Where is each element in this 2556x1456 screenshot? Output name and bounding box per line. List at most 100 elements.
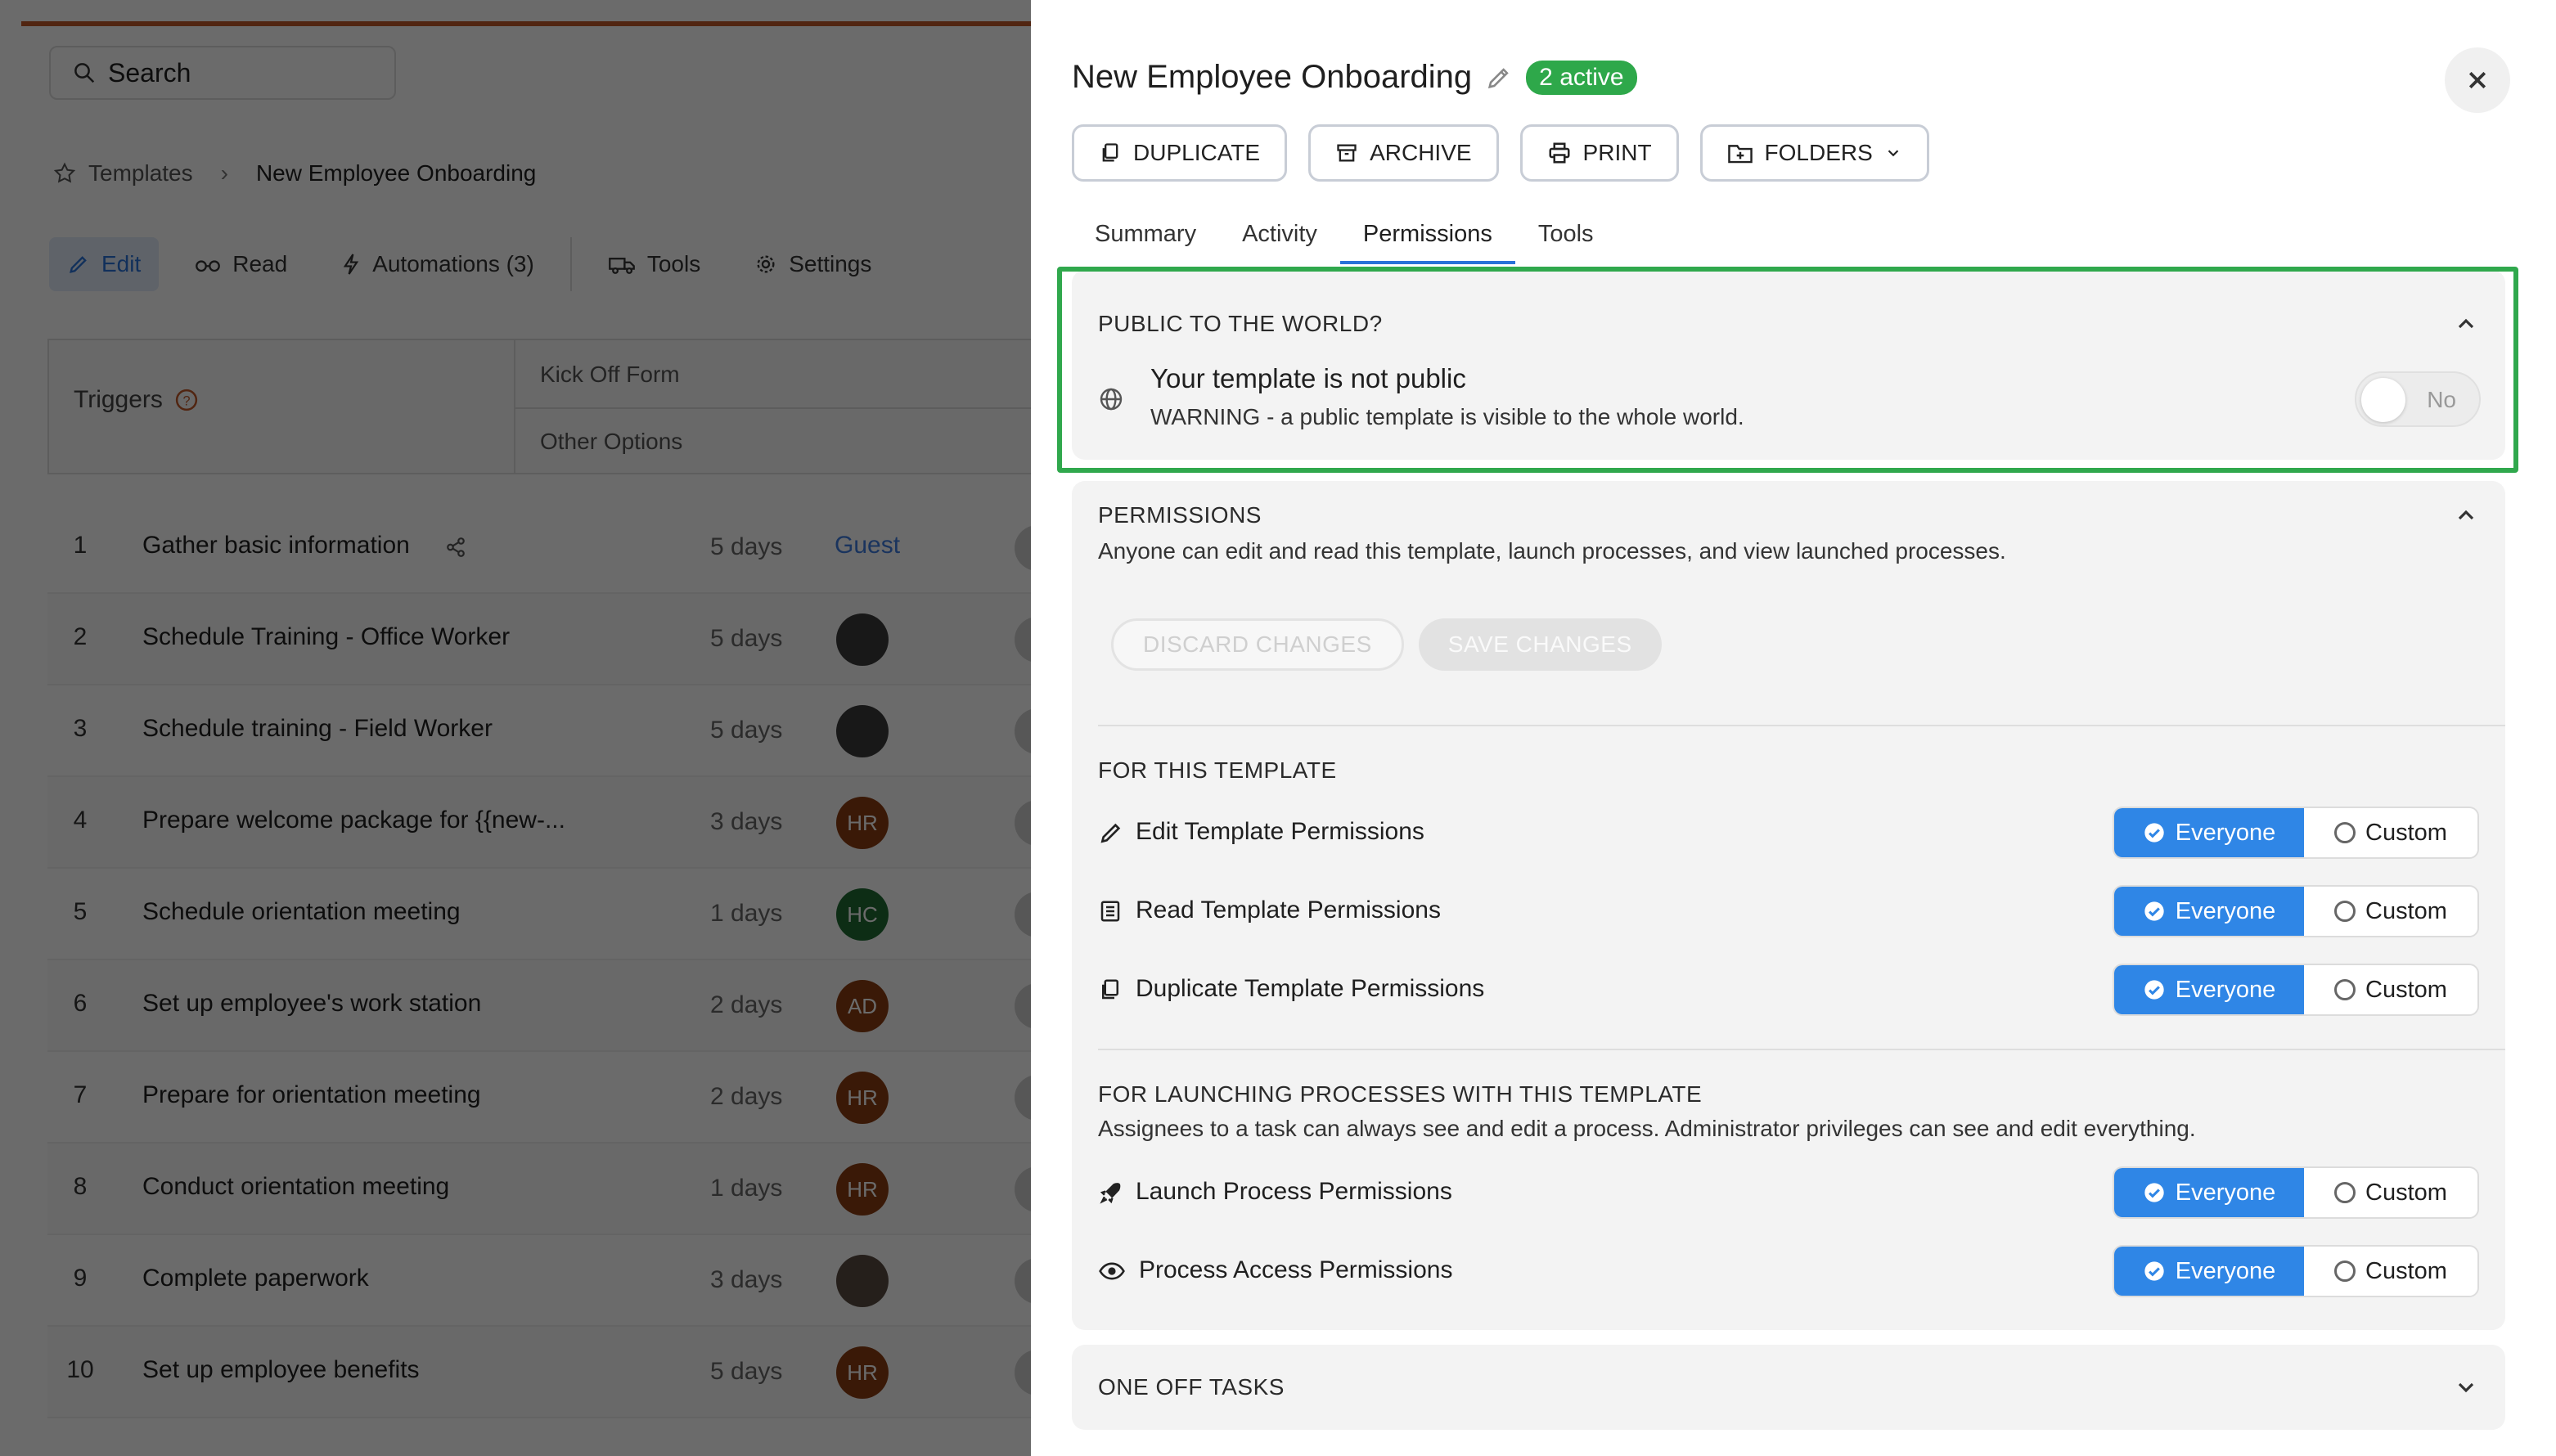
task-row[interactable]: 6 Set up employee's work station 2 days AD (47, 960, 1031, 1052)
task-status-icon[interactable] (1015, 800, 1031, 846)
tab-activity[interactable]: Activity (1219, 211, 1340, 264)
avatar[interactable] (836, 613, 889, 666)
breadcrumb-templates[interactable]: Templates (88, 160, 193, 186)
print-label: PRINT (1582, 140, 1652, 165)
save-changes-button[interactable]: SAVE CHANGES (1418, 618, 1662, 671)
task-duration: 3 days (710, 808, 783, 835)
task-name[interactable]: Set up employee benefits (142, 1356, 420, 1384)
tab-permissions[interactable]: Permissions (1339, 211, 1515, 264)
other-options-link[interactable]: Other Options (540, 429, 682, 455)
discard-changes-button[interactable]: DISCARD CHANGES (1111, 618, 1404, 671)
everyone-option[interactable]: Everyone (2114, 808, 2304, 857)
task-name[interactable]: Schedule training - Field Worker (142, 715, 493, 743)
task-row[interactable]: 1 Gather basic information 5 days Guest (47, 502, 1031, 594)
radio-icon (2334, 979, 2356, 1000)
task-assignee-guest[interactable]: Guest (835, 532, 900, 559)
custom-option[interactable]: Custom (2304, 965, 2477, 1014)
task-status-icon[interactable] (1015, 708, 1031, 754)
task-number: 10 (66, 1356, 94, 1383)
help-icon[interactable]: ? (174, 388, 199, 412)
breadcrumb: Templates › New Employee Onboarding (52, 160, 536, 186)
chevron-up-icon[interactable] (2453, 502, 2479, 528)
task-status-icon[interactable] (1015, 892, 1031, 937)
task-status-icon[interactable] (1015, 1350, 1031, 1395)
archive-button[interactable]: ARCHIVE (1308, 124, 1499, 182)
tab-edit[interactable]: Edit (49, 237, 160, 291)
task-number: 8 (73, 1173, 88, 1200)
avatar[interactable]: HR (836, 797, 889, 849)
task-number: 2 (73, 623, 88, 650)
gear-icon (757, 255, 775, 273)
task-status-icon[interactable] (1015, 1075, 1031, 1121)
task-name[interactable]: Prepare for orientation meeting (142, 1081, 481, 1109)
task-row[interactable]: 3 Schedule training - Field Worker 5 days (47, 685, 1031, 777)
custom-option[interactable]: Custom (2304, 887, 2477, 936)
tab-drawer-tools[interactable]: Tools (1515, 211, 1617, 264)
task-row[interactable]: 4 Prepare welcome package for {{new-... 3 … (47, 777, 1031, 869)
task-name[interactable]: Schedule orientation meeting (142, 898, 461, 926)
task-status-icon[interactable] (1015, 525, 1031, 571)
task-row[interactable]: 7 Prepare for orientation meeting 2 days HR (47, 1052, 1031, 1144)
tab-tools[interactable]: Tools (590, 237, 718, 291)
toggle-state-label: No (2427, 387, 2456, 412)
task-duration: 3 days (710, 1266, 783, 1293)
avatar[interactable]: HR (836, 1072, 889, 1124)
template-drawer: New Employee Onboarding 2 active DUPLICA… (1031, 0, 2556, 1456)
task-name[interactable]: Schedule Training - Office Worker (142, 623, 510, 651)
task-number: 1 (73, 532, 88, 559)
custom-option[interactable]: Custom (2304, 1247, 2477, 1296)
task-name[interactable]: Prepare welcome package for {{new-... (142, 807, 565, 834)
active-count-badge[interactable]: 2 active (1526, 60, 1637, 95)
close-button[interactable] (2445, 47, 2510, 113)
chevron-down-icon[interactable] (2453, 1374, 2479, 1400)
search-box[interactable]: Search (49, 46, 396, 100)
task-row[interactable]: 8 Conduct orientation meeting 1 days HR (47, 1144, 1031, 1235)
chevron-up-icon[interactable] (2453, 311, 2479, 337)
kick-off-form-link[interactable]: Kick Off Form (540, 362, 680, 388)
printer-icon (1549, 142, 1570, 164)
custom-option[interactable]: Custom (2304, 808, 2477, 857)
access-permission-toggle: Everyone Custom (2113, 1245, 2479, 1297)
task-number: 3 (73, 715, 88, 742)
public-toggle[interactable]: No (2355, 371, 2481, 427)
task-status-icon[interactable] (1015, 983, 1031, 1029)
edit-title-pencil-icon[interactable] (1485, 64, 1513, 92)
task-row[interactable]: 2 Schedule Training - Office Worker 5 days (47, 594, 1031, 685)
tab-summary[interactable]: Summary (1072, 211, 1219, 264)
task-name[interactable]: Set up employee's work station (142, 990, 481, 1018)
everyone-label: Everyone (2175, 1257, 2276, 1284)
tab-automations[interactable]: Automations (3) (323, 237, 552, 291)
tab-read-label: Read (232, 251, 288, 276)
task-status-icon[interactable] (1015, 1258, 1031, 1304)
everyone-option[interactable]: Everyone (2114, 1168, 2304, 1217)
truck-icon (608, 258, 635, 274)
task-number: 7 (73, 1081, 88, 1108)
task-status-icon[interactable] (1015, 1166, 1031, 1212)
everyone-option[interactable]: Everyone (2114, 887, 2304, 936)
permissions-heading: PERMISSIONS (1098, 502, 1262, 528)
task-name[interactable]: Complete paperwork (142, 1265, 369, 1292)
everyone-option[interactable]: Everyone (2114, 965, 2304, 1014)
public-heading: PUBLIC TO THE WORLD? (1098, 311, 1383, 336)
task-row[interactable]: 9 Complete paperwork 3 days (47, 1235, 1031, 1327)
avatar[interactable] (836, 1255, 889, 1307)
avatar[interactable]: AD (836, 980, 889, 1032)
avatar[interactable] (836, 705, 889, 757)
tab-settings[interactable]: Settings (736, 237, 889, 291)
custom-option[interactable]: Custom (2304, 1168, 2477, 1217)
everyone-option[interactable]: Everyone (2114, 1247, 2304, 1296)
folders-dropdown[interactable]: FOLDERS (1699, 124, 1929, 182)
avatar[interactable]: HC (836, 888, 889, 941)
duplicate-button[interactable]: DUPLICATE (1072, 124, 1288, 182)
task-status-icon[interactable] (1015, 617, 1031, 663)
task-row[interactable]: 10 Set up employee benefits 5 days HR (47, 1327, 1031, 1418)
task-name[interactable]: Conduct orientation meeting (142, 1173, 449, 1201)
avatar[interactable]: HR (836, 1346, 889, 1399)
print-button[interactable]: PRINT (1519, 124, 1679, 182)
task-row[interactable]: 5 Schedule orientation meeting 1 days HC (47, 869, 1031, 960)
avatar[interactable]: HR (836, 1163, 889, 1216)
task-name[interactable]: Gather basic information (142, 532, 410, 559)
one-off-tasks-section[interactable]: ONE OFF TASKS (1072, 1345, 2505, 1430)
tab-read[interactable]: Read (177, 237, 305, 291)
check-circle-icon (2144, 823, 2164, 843)
